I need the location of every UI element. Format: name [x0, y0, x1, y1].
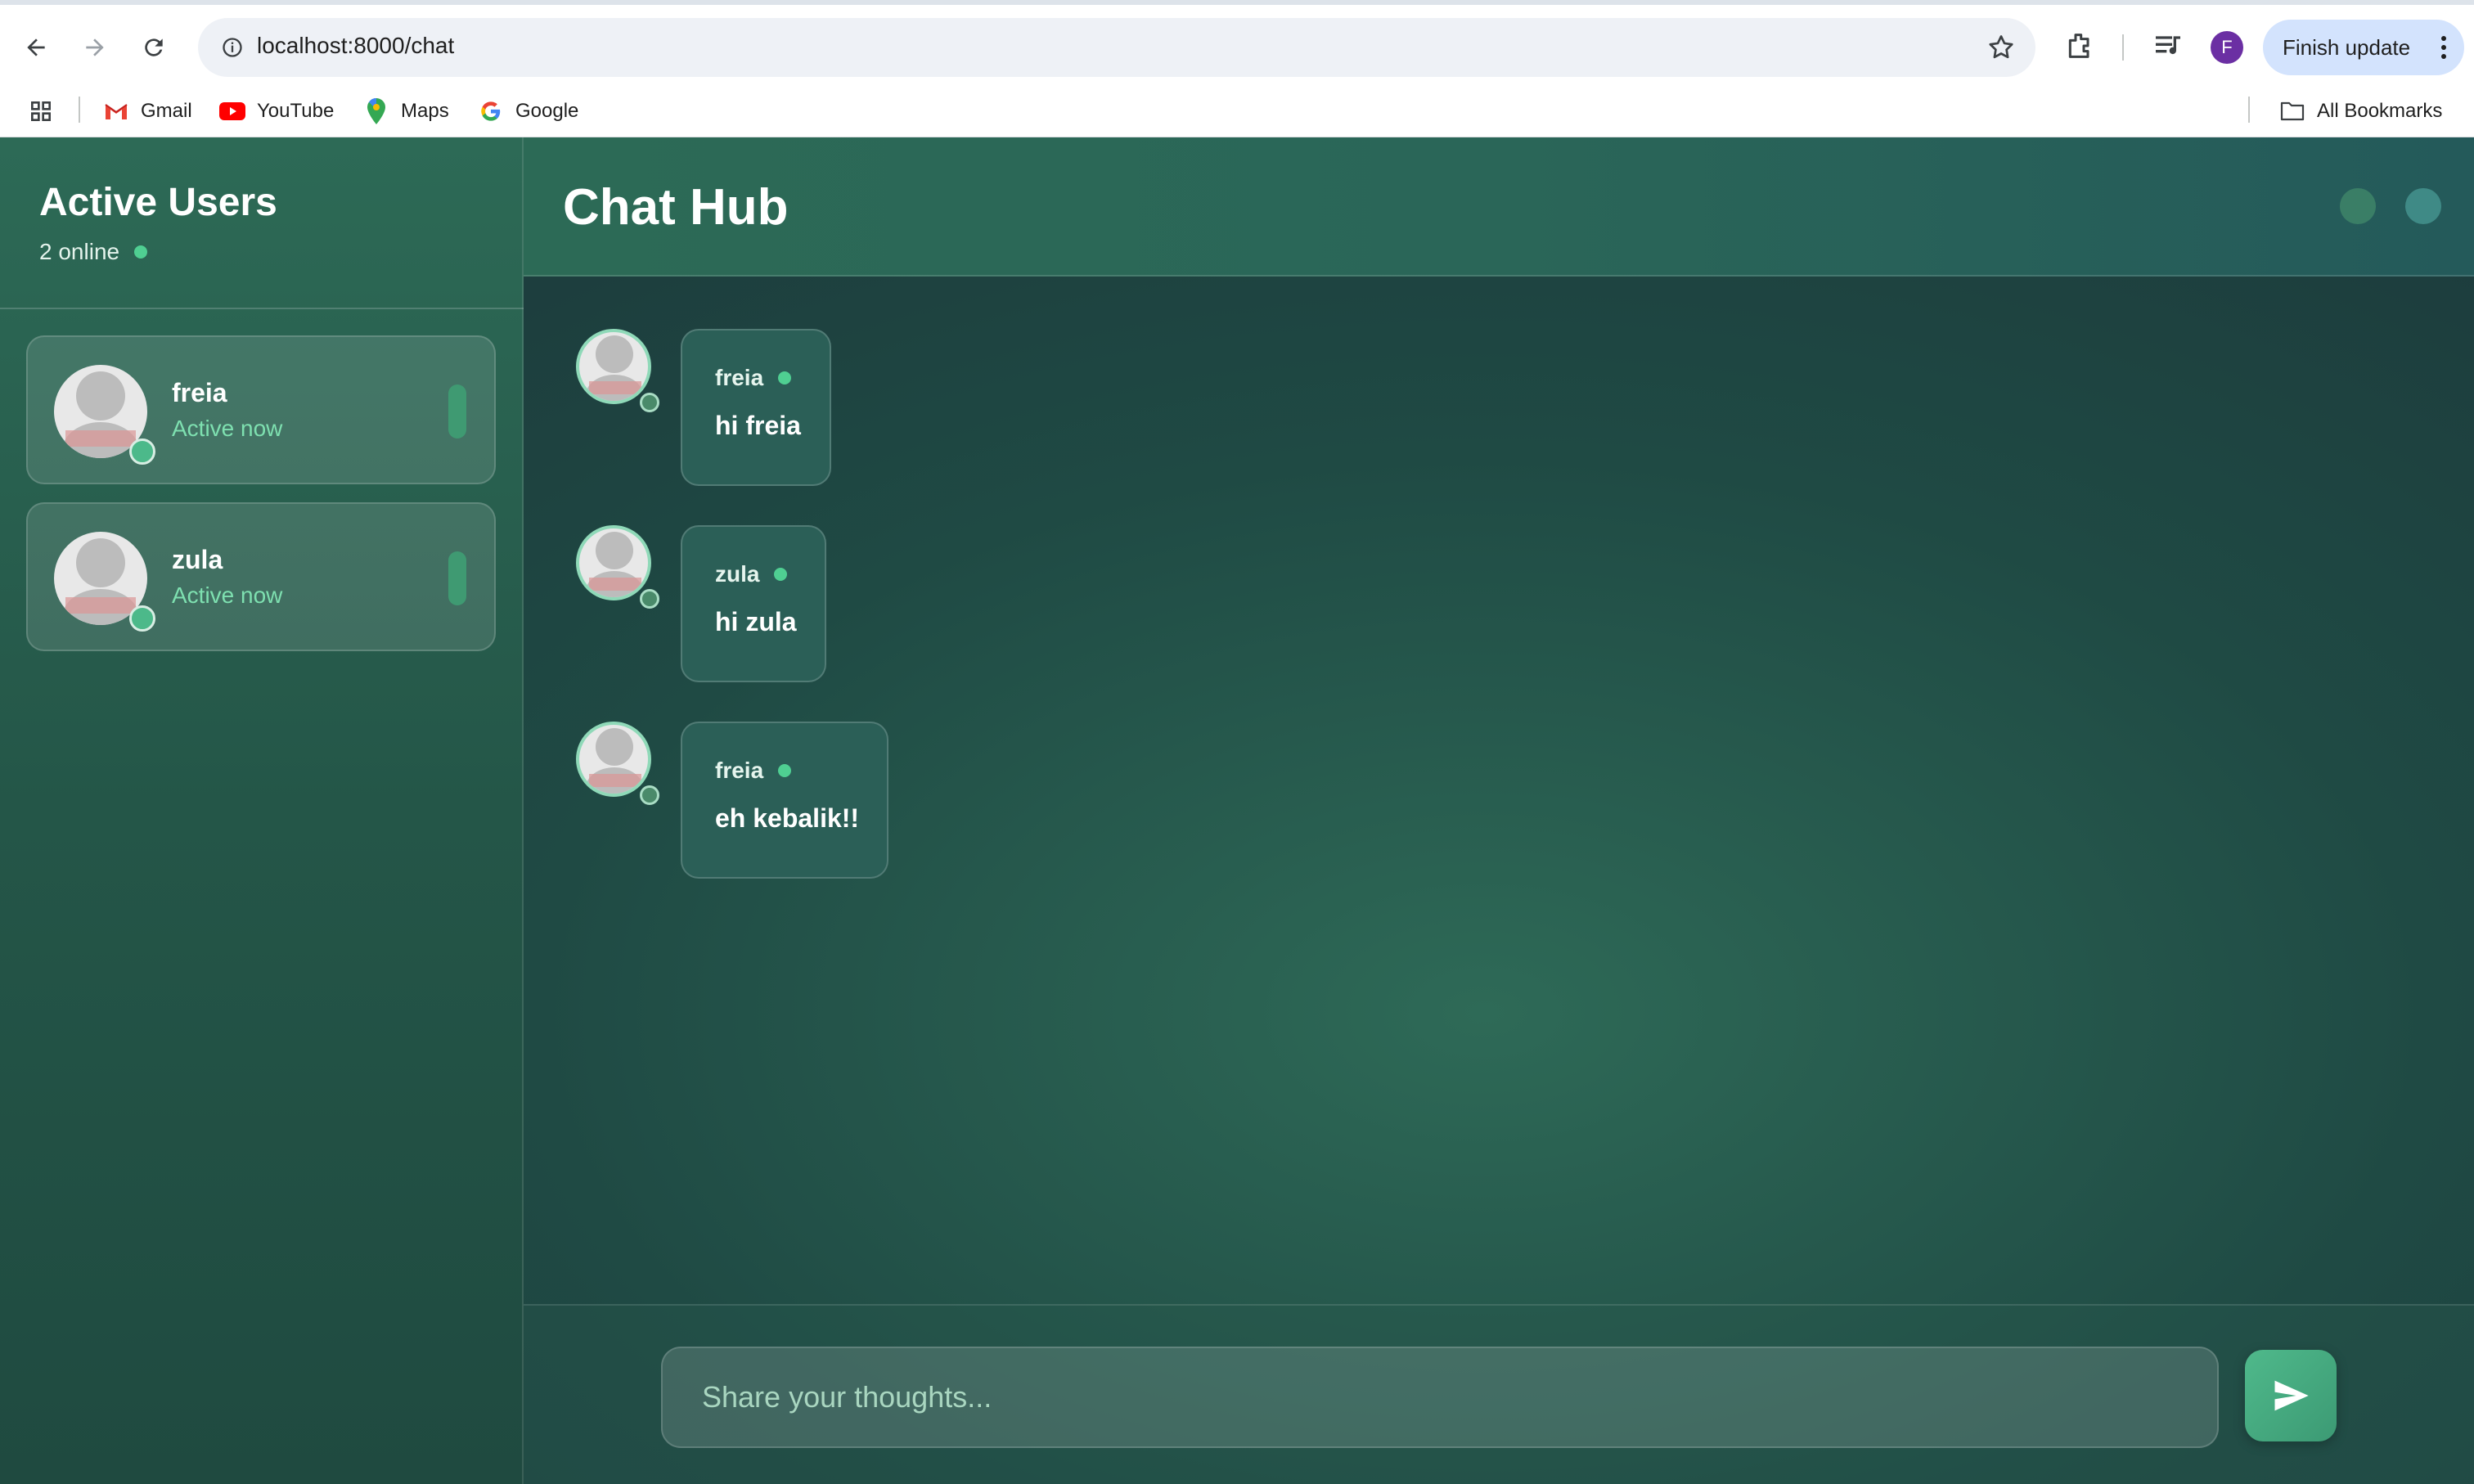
address-bar[interactable]: localhost:8000/chat [198, 18, 2035, 77]
message-author-text: freia [715, 365, 764, 390]
toolbar-divider [2122, 34, 2124, 61]
user-card-indicator [448, 384, 466, 438]
url-text[interactable]: localhost:8000/chat [257, 33, 454, 59]
bookmark-label: Maps [401, 100, 449, 122]
header-action-icon[interactable] [2405, 188, 2441, 224]
online-count-text: 2 online [39, 239, 120, 264]
message-avatar [576, 329, 651, 404]
user-name: freia [172, 378, 227, 407]
online-indicator-icon [134, 245, 148, 259]
bookmark-label: YouTube [257, 100, 335, 122]
message-bubble: zula hi zula [681, 525, 826, 682]
media-icon[interactable] [2152, 29, 2184, 62]
message-author: freia [715, 758, 792, 784]
message-text: hi freia [715, 411, 801, 440]
online-status-icon [129, 438, 155, 465]
apps-button[interactable] [28, 97, 54, 126]
message-text: eh kebalik!! [715, 803, 860, 833]
profile-avatar[interactable]: F [2211, 31, 2243, 64]
bookmark-youtube[interactable]: YouTube [219, 97, 334, 126]
folder-icon [2279, 98, 2305, 124]
message-avatar [576, 722, 651, 797]
online-indicator-icon [774, 568, 788, 581]
online-status-icon [640, 393, 659, 412]
sidebar-header: Active Users 2 online [0, 137, 524, 309]
bookmark-label: Google [515, 100, 579, 122]
forward-button[interactable] [75, 28, 115, 67]
chat-app: Active Users 2 online freia Active now z… [0, 137, 2474, 1484]
online-status-icon [640, 785, 659, 805]
reload-button[interactable] [134, 28, 173, 67]
gmail-icon [103, 98, 129, 124]
message-author-text: freia [715, 758, 764, 783]
online-indicator-icon [778, 371, 792, 384]
chat-header: Chat Hub [524, 137, 2474, 277]
finish-update-button[interactable]: Finish update [2263, 20, 2464, 75]
reload-icon [145, 38, 163, 56]
bookmark-gmail[interactable]: Gmail [103, 97, 192, 126]
finish-update-label: Finish update [2283, 34, 2411, 60]
back-button[interactable] [16, 28, 56, 67]
message-text: hi zula [715, 607, 797, 636]
message-author: zula [715, 561, 788, 587]
bookmark-maps[interactable]: Maps [363, 97, 449, 126]
forward-arrow-icon [86, 38, 104, 56]
more-menu-icon[interactable] [2441, 36, 2446, 59]
extensions-icon[interactable] [2063, 29, 2096, 62]
user-name: zula [172, 545, 223, 574]
bookmarks-divider [79, 97, 80, 123]
header-action-icon[interactable] [2340, 188, 2376, 224]
bookmarks-divider [2248, 97, 2250, 123]
back-arrow-icon [27, 38, 45, 56]
apps-grid-icon [30, 101, 51, 121]
all-bookmarks-button[interactable]: All Bookmarks [2279, 97, 2442, 126]
message-input[interactable] [661, 1347, 2219, 1448]
online-indicator-icon [778, 764, 792, 777]
online-count: 2 online [39, 239, 148, 265]
user-status: Active now [172, 582, 283, 608]
user-card-indicator [448, 551, 466, 605]
message-author-text: zula [715, 561, 760, 587]
sidebar-title: Active Users [39, 181, 277, 224]
bookmark-label: Gmail [141, 100, 192, 122]
bookmarks-bar: Gmail YouTube Maps Google All Bookmarks [0, 85, 2474, 137]
bookmark-star-icon[interactable] [1986, 33, 2016, 62]
message-author: freia [715, 365, 792, 391]
all-bookmarks-label: All Bookmarks [2317, 100, 2443, 122]
user-status: Active now [172, 416, 283, 441]
message-composer [524, 1304, 2474, 1484]
user-card-zula[interactable]: zula Active now [26, 502, 496, 651]
send-button[interactable] [2245, 1350, 2337, 1441]
active-users-sidebar: Active Users 2 online freia Active now z… [0, 137, 524, 1484]
youtube-icon [219, 98, 245, 124]
google-icon [478, 98, 504, 124]
message-avatar [576, 525, 651, 600]
bookmark-google[interactable]: Google [478, 97, 578, 126]
online-status-icon [640, 589, 659, 609]
user-card-freia[interactable]: freia Active now [26, 335, 496, 484]
message-bubble: freia hi freia [681, 329, 831, 486]
online-status-icon [129, 605, 155, 632]
site-info-icon[interactable] [221, 36, 244, 59]
chat-title: Chat Hub [563, 179, 789, 236]
browser-toolbar: localhost:8000/chat F Finish update [0, 0, 2474, 85]
send-icon [2274, 1380, 2309, 1411]
message-bubble: freia eh kebalik!! [681, 722, 888, 879]
maps-icon [363, 98, 389, 124]
